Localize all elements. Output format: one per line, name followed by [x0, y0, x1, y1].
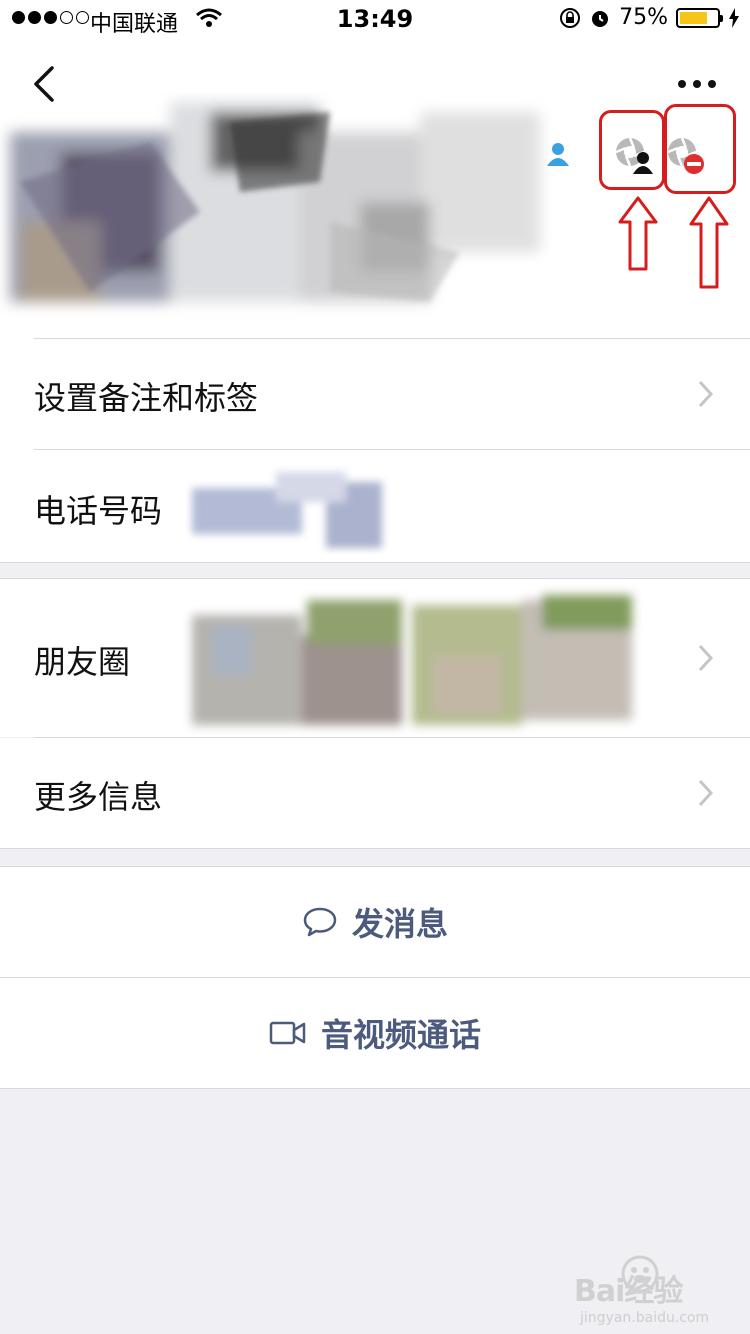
rotation-lock-icon	[560, 7, 581, 28]
moments-photo-previews	[192, 595, 632, 725]
more-info-row[interactable]: 更多信息	[0, 738, 750, 848]
annotation-arrow	[689, 196, 729, 289]
block-moments-icon[interactable]	[664, 134, 708, 178]
charging-icon	[729, 7, 739, 28]
battery-icon	[676, 7, 723, 28]
moments-label: 朋友圈	[34, 643, 131, 681]
phone-number-label: 电话号码	[34, 492, 163, 530]
video-call-button[interactable]: 音视频通话	[0, 978, 750, 1088]
battery-percent: 75%	[619, 5, 668, 30]
contact-source-icon	[547, 143, 569, 166]
chat-bubble-icon	[303, 907, 337, 937]
divider	[0, 848, 750, 849]
watermark-brand: Bai经验	[574, 1274, 683, 1309]
remark-tags-label: 设置备注和标签	[34, 379, 259, 417]
send-message-button[interactable]: 发消息	[0, 867, 750, 977]
obscured-profile-info	[10, 102, 540, 302]
status-bar: 中国联通 13:49 75%	[0, 0, 750, 40]
divider	[0, 562, 750, 563]
video-camera-icon	[269, 1021, 306, 1045]
chevron-right-icon	[698, 644, 714, 672]
send-message-label: 发消息	[351, 905, 448, 943]
divider	[0, 1088, 750, 1089]
more-info-label: 更多信息	[34, 778, 163, 816]
hide-moments-icon[interactable]	[612, 134, 656, 178]
phone-number-row[interactable]: 电话号码	[0, 450, 750, 562]
remark-tags-row[interactable]: 设置备注和标签	[0, 339, 750, 449]
chevron-right-icon	[698, 779, 714, 807]
obscured-phone-number	[192, 472, 382, 548]
alarm-icon	[592, 10, 609, 27]
moments-row[interactable]: 朋友圈	[0, 579, 750, 737]
annotation-arrow	[618, 196, 658, 271]
baidu-jingyan-watermark: Bai经验 jingyan.baidu.com	[574, 1248, 724, 1328]
watermark-url: jingyan.baidu.com	[580, 1310, 710, 1326]
video-call-label: 音视频通话	[320, 1016, 481, 1054]
chevron-right-icon	[698, 380, 714, 408]
more-options-button[interactable]	[678, 80, 716, 88]
